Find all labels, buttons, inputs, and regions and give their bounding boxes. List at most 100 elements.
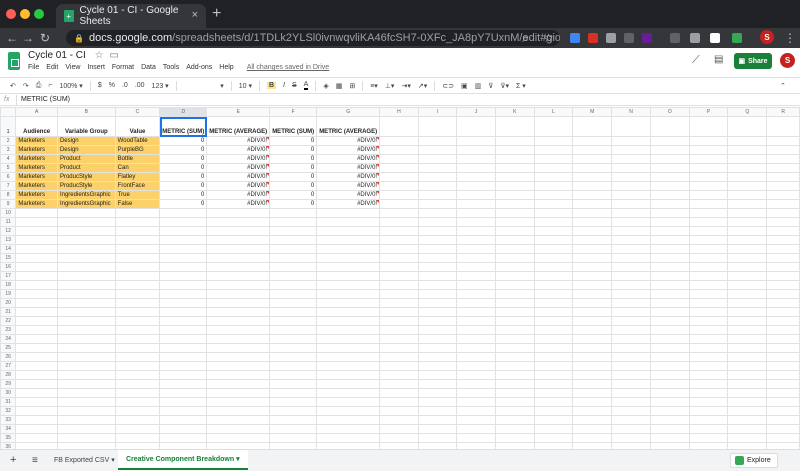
- cell[interactable]: [572, 307, 613, 317]
- cell[interactable]: [688, 397, 729, 407]
- url-input[interactable]: 🔒 docs.google.com/spreadsheets/d/1TDLk2Y…: [66, 30, 560, 46]
- cell[interactable]: [206, 352, 271, 362]
- cell[interactable]: 0: [269, 154, 318, 164]
- cell[interactable]: #DIV/0!: [206, 154, 271, 164]
- cell[interactable]: [572, 190, 613, 200]
- cell[interactable]: [114, 280, 161, 290]
- cell[interactable]: [456, 370, 496, 380]
- row-header[interactable]: 3: [0, 145, 17, 155]
- cell[interactable]: [316, 352, 381, 362]
- cell[interactable]: 0: [159, 172, 208, 182]
- cell[interactable]: [15, 415, 58, 425]
- cell[interactable]: [533, 244, 574, 254]
- cell[interactable]: [727, 343, 768, 353]
- cell[interactable]: [649, 361, 690, 371]
- cell[interactable]: [417, 379, 458, 389]
- cell[interactable]: [456, 163, 496, 173]
- cell[interactable]: [727, 325, 768, 335]
- decrease-decimal-button[interactable]: .0: [122, 82, 128, 89]
- cell[interactable]: [15, 433, 58, 443]
- extension-icon[interactable]: [732, 33, 742, 43]
- column-header[interactable]: G: [316, 107, 381, 117]
- cell[interactable]: [379, 307, 419, 317]
- cell[interactable]: [114, 226, 161, 236]
- cell[interactable]: [766, 388, 800, 398]
- extension-icon[interactable]: [588, 33, 598, 43]
- cell[interactable]: [114, 208, 161, 218]
- cell[interactable]: [159, 370, 208, 380]
- cell[interactable]: [114, 406, 161, 416]
- cell[interactable]: [766, 116, 800, 137]
- cell[interactable]: [15, 388, 58, 398]
- cell[interactable]: [159, 244, 208, 254]
- cell[interactable]: [766, 424, 800, 434]
- cell[interactable]: [456, 208, 496, 218]
- cell[interactable]: [159, 262, 208, 272]
- cell[interactable]: [766, 190, 800, 200]
- row-header[interactable]: 11: [0, 217, 17, 227]
- spreadsheet-grid[interactable]: A B C D E F G H I J K L M N O P Q R 1 Audience Variable Grou…: [0, 107, 800, 449]
- cell[interactable]: [649, 154, 690, 164]
- cell[interactable]: [611, 244, 651, 254]
- cell[interactable]: [456, 298, 496, 308]
- cell[interactable]: [533, 397, 574, 407]
- menu-addons[interactable]: Add-ons: [186, 64, 212, 71]
- cell[interactable]: [727, 433, 768, 443]
- cell[interactable]: [572, 289, 613, 299]
- cell[interactable]: [611, 433, 651, 443]
- cell[interactable]: [727, 217, 768, 227]
- cell[interactable]: 0: [269, 190, 318, 200]
- cell[interactable]: [494, 199, 535, 209]
- cell[interactable]: [379, 190, 419, 200]
- cell[interactable]: #DIV/0!: [206, 190, 271, 200]
- cell[interactable]: [533, 379, 574, 389]
- cell[interactable]: [159, 388, 208, 398]
- menu-data[interactable]: Data: [141, 64, 156, 71]
- cell[interactable]: [688, 370, 729, 380]
- cell[interactable]: [15, 289, 58, 299]
- cell[interactable]: [727, 334, 768, 344]
- cell[interactable]: [159, 271, 208, 281]
- cell[interactable]: [417, 289, 458, 299]
- add-sheet-button[interactable]: +: [2, 450, 24, 470]
- cell[interactable]: [379, 217, 419, 227]
- cell[interactable]: [649, 145, 690, 155]
- cell[interactable]: IngredientsGraphic: [56, 190, 116, 200]
- cell[interactable]: Bottle: [114, 154, 161, 164]
- cell[interactable]: [114, 253, 161, 263]
- cell[interactable]: [114, 334, 161, 344]
- cell[interactable]: [649, 172, 690, 182]
- cell[interactable]: [727, 352, 768, 362]
- cell[interactable]: [269, 343, 318, 353]
- cell[interactable]: [766, 244, 800, 254]
- cell[interactable]: [572, 334, 613, 344]
- cell[interactable]: [114, 352, 161, 362]
- cell[interactable]: [456, 433, 496, 443]
- column-header[interactable]: C: [114, 107, 161, 117]
- cell[interactable]: [379, 370, 419, 380]
- cell[interactable]: [727, 271, 768, 281]
- cell[interactable]: [572, 433, 613, 443]
- cell[interactable]: Marketers: [15, 163, 58, 173]
- cell[interactable]: [727, 235, 768, 245]
- cell[interactable]: [417, 145, 458, 155]
- cell[interactable]: [611, 307, 651, 317]
- row-header[interactable]: 33: [0, 415, 17, 425]
- row-header[interactable]: 24: [0, 334, 17, 344]
- select-all-corner[interactable]: [0, 107, 17, 117]
- cell[interactable]: [688, 271, 729, 281]
- cell[interactable]: [159, 406, 208, 416]
- cell[interactable]: [494, 136, 535, 146]
- cell[interactable]: [649, 226, 690, 236]
- cell[interactable]: 0: [159, 199, 208, 209]
- cell[interactable]: [114, 325, 161, 335]
- cell[interactable]: [114, 307, 161, 317]
- cell[interactable]: [206, 307, 271, 317]
- cell[interactable]: [766, 145, 800, 155]
- cell[interactable]: [456, 397, 496, 407]
- cell[interactable]: [688, 289, 729, 299]
- cell[interactable]: [611, 217, 651, 227]
- cell[interactable]: [206, 388, 271, 398]
- share-button[interactable]: ▣ Share: [734, 53, 772, 69]
- cell[interactable]: 0: [159, 136, 208, 146]
